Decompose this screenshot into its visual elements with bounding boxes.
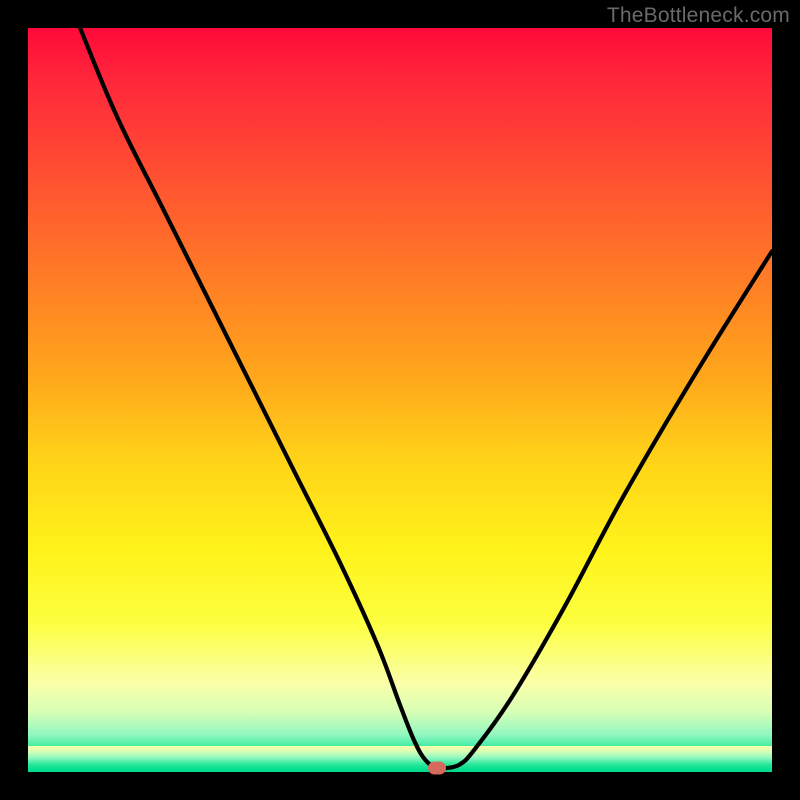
watermark-text: TheBottleneck.com (607, 4, 790, 28)
optimal-point-marker (428, 762, 446, 775)
chart-frame: TheBottleneck.com (0, 0, 800, 800)
bottleneck-curve (28, 28, 772, 772)
plot-area (28, 28, 772, 772)
